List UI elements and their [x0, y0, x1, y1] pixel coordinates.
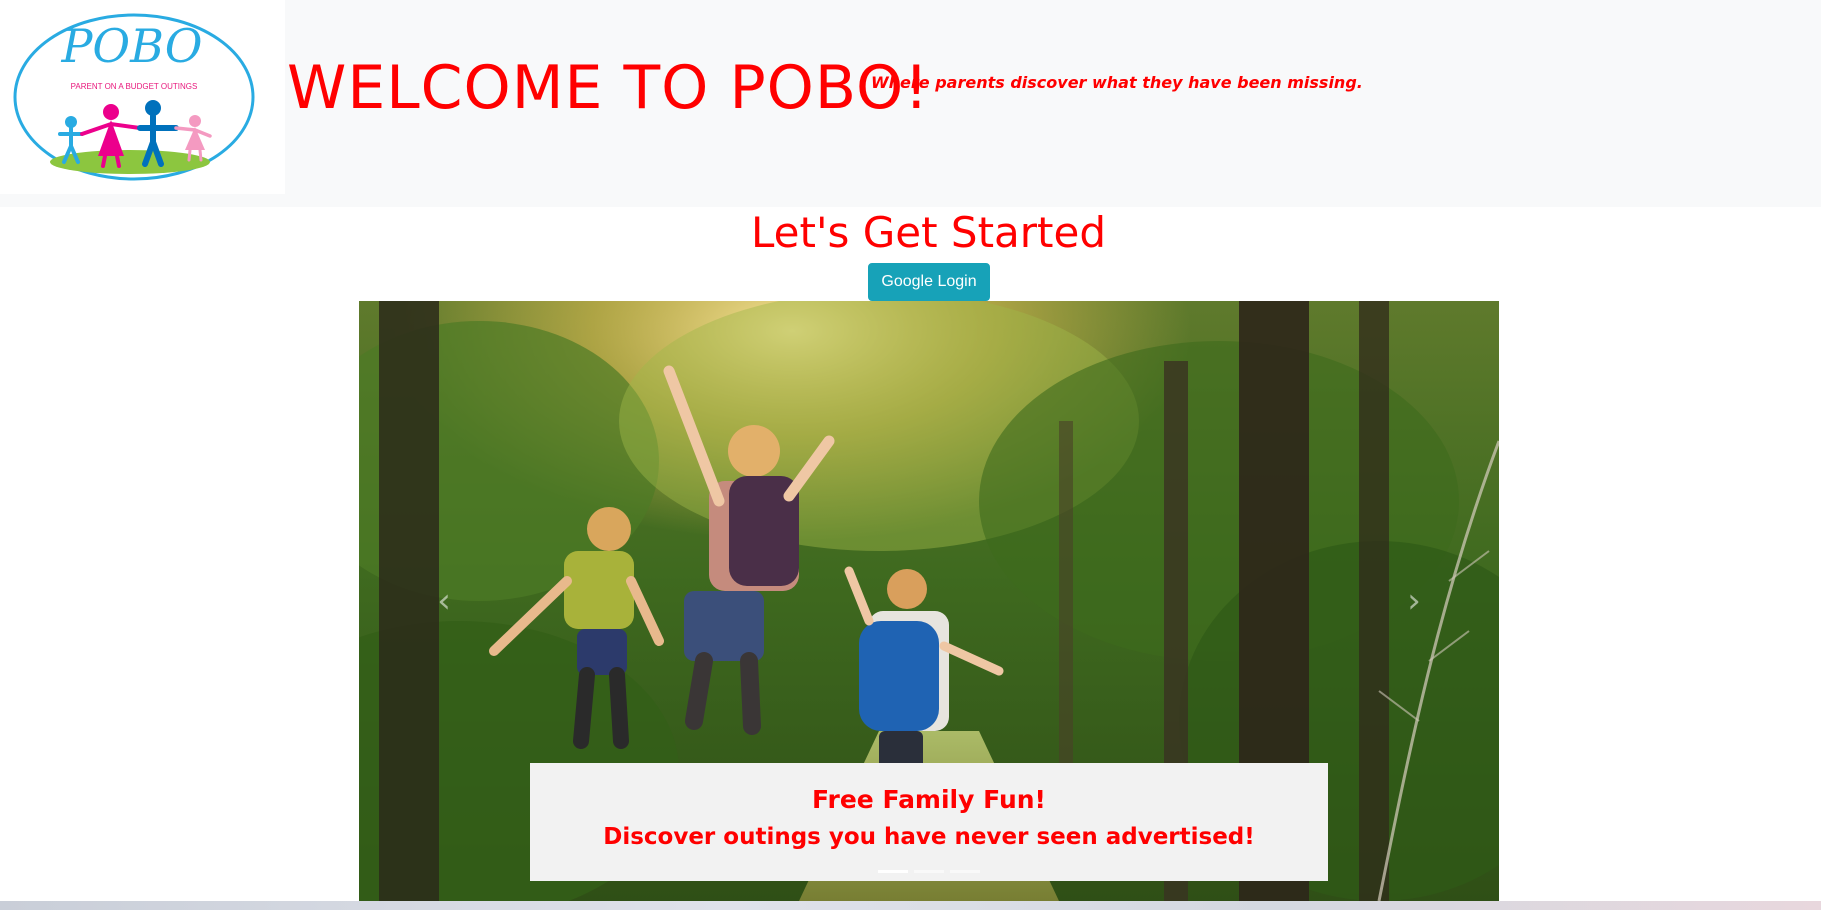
site-header: POBO PARENT ON A BUDGET OUTINGS WELCOME …: [0, 0, 1821, 207]
carousel-prev-control[interactable]: ‹: [424, 571, 464, 631]
carousel-next-control[interactable]: ›: [1394, 571, 1434, 631]
logo-subtitle-text: PARENT ON A BUDGET OUTINGS: [71, 82, 198, 91]
tagline: Where parents discover what they have be…: [871, 73, 1363, 92]
carousel-indicator[interactable]: [950, 870, 980, 873]
carousel-indicator[interactable]: [878, 870, 908, 873]
caption-text: Discover outings you have never seen adv…: [603, 824, 1255, 850]
chevron-left-icon: ‹: [437, 581, 451, 621]
logo-brand-text: POBO: [60, 19, 202, 73]
image-carousel[interactable]: ‹ › Free Family Fun! Discover outings yo…: [359, 301, 1499, 901]
carousel-caption: Free Family Fun! Discover outings you ha…: [530, 763, 1328, 881]
chevron-right-icon: ›: [1407, 581, 1421, 621]
caption-title: Free Family Fun!: [812, 785, 1046, 814]
carousel-indicators: [359, 870, 1499, 873]
carousel-indicator[interactable]: [914, 870, 944, 873]
page-heading: Let's Get Started: [750, 208, 1107, 257]
logo-image: POBO PARENT ON A BUDGET OUTINGS: [13, 13, 255, 181]
bottom-edge: [0, 901, 1821, 910]
welcome-title: WELCOME TO POBO!: [287, 53, 930, 123]
pobo-logo[interactable]: POBO PARENT ON A BUDGET OUTINGS: [0, 0, 285, 194]
google-login-button[interactable]: Google Login: [868, 263, 990, 301]
